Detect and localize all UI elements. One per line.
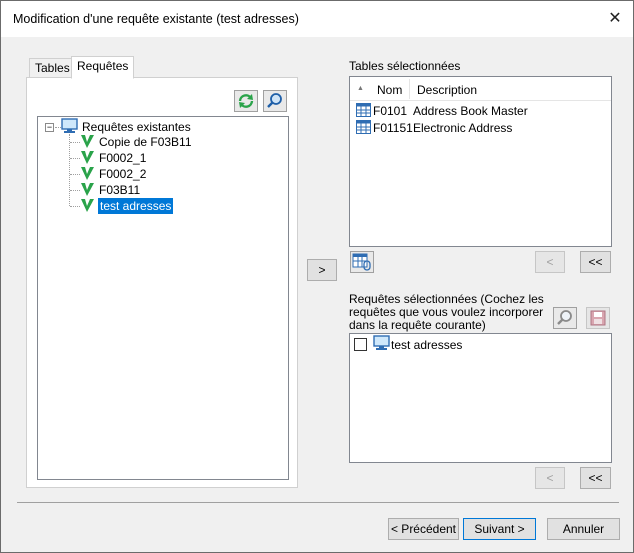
tree-item[interactable]: F0002_2 xyxy=(99,166,146,182)
tree-connector xyxy=(69,134,70,206)
search-query-button[interactable] xyxy=(553,307,577,329)
remove-all-queries-button[interactable]: << xyxy=(580,467,611,489)
search-icon xyxy=(557,310,572,325)
table-link-icon xyxy=(352,253,371,271)
tree-connector xyxy=(70,158,80,159)
tree-connector xyxy=(70,142,80,143)
tree-connector xyxy=(70,174,80,175)
table-icon xyxy=(356,120,371,134)
list-header: ▲ Nom Description xyxy=(350,77,611,101)
query-icon xyxy=(81,183,94,196)
tree-connector xyxy=(70,190,80,191)
next-button[interactable]: Suivant > xyxy=(463,518,536,540)
remove-query-button[interactable]: < xyxy=(535,467,565,489)
search-icon xyxy=(267,93,282,108)
tab-panel-requetes: − Requêtes existantes Copie de F03B11 F0… xyxy=(26,77,298,488)
query-checkbox[interactable] xyxy=(354,338,367,351)
refresh-button[interactable] xyxy=(234,90,258,112)
add-table-button[interactable]: > xyxy=(307,259,337,281)
remove-table-button[interactable]: < xyxy=(535,251,565,273)
tree-connector xyxy=(70,206,80,207)
query-icon xyxy=(81,199,94,212)
close-icon[interactable]: ✕ xyxy=(601,5,629,33)
query-icon xyxy=(81,135,94,148)
window-title: Modification d'une requête existante (te… xyxy=(13,12,299,26)
tree-item[interactable]: F03B11 xyxy=(99,182,140,198)
tree-item[interactable]: Copie de F03B11 xyxy=(99,134,192,150)
heading-line: dans la requête courante) xyxy=(349,318,486,332)
computer-icon xyxy=(61,118,78,133)
remove-all-tables-button[interactable]: << xyxy=(580,251,611,273)
tab-requetes[interactable]: Requêtes xyxy=(71,56,135,79)
tree-item[interactable]: F0002_1 xyxy=(99,150,146,166)
selected-tables-heading: Tables sélectionnées xyxy=(349,59,461,73)
table-row-description[interactable]: Electronic Address xyxy=(413,121,512,135)
query-icon xyxy=(81,167,94,180)
save-icon xyxy=(590,310,606,326)
column-divider[interactable] xyxy=(409,79,410,99)
cancel-button[interactable]: Annuler xyxy=(547,518,620,540)
title-bar: Modification d'une requête existante (te… xyxy=(1,1,633,37)
selected-queries-heading: Requêtes sélectionnées (Cochez les requê… xyxy=(349,293,544,332)
queries-tree[interactable]: − Requêtes existantes Copie de F03B11 F0… xyxy=(37,116,289,480)
column-header-nom[interactable]: Nom xyxy=(377,83,402,97)
sort-ascending-icon: ▲ xyxy=(357,85,364,92)
tab-tables[interactable]: Tables xyxy=(29,58,76,79)
tree-item-selected[interactable]: test adresses xyxy=(98,198,174,214)
selected-queries-list[interactable]: test adresses xyxy=(349,333,612,463)
collapse-toggle-icon[interactable]: − xyxy=(45,123,54,132)
refresh-icon xyxy=(238,94,254,108)
table-row-name[interactable]: F01151 xyxy=(373,121,413,135)
table-row-description[interactable]: Address Book Master xyxy=(413,104,528,118)
dialog-window: Modification d'une requête existante (te… xyxy=(0,0,634,553)
computer-icon xyxy=(373,335,390,350)
search-button[interactable] xyxy=(263,90,287,112)
tree-root-label[interactable]: Requêtes existantes xyxy=(82,119,191,135)
footer-separator xyxy=(17,502,619,503)
table-properties-button[interactable] xyxy=(350,251,374,273)
previous-button[interactable]: < Précédent xyxy=(388,518,459,540)
table-icon xyxy=(356,103,371,117)
table-row-name[interactable]: F0101 xyxy=(373,104,407,118)
column-header-description[interactable]: Description xyxy=(417,83,477,97)
query-item-label[interactable]: test adresses xyxy=(391,338,462,352)
selected-tables-list[interactable]: ▲ Nom Description F0101 Address Book Mas… xyxy=(349,76,612,247)
save-query-button[interactable] xyxy=(586,307,610,329)
query-icon xyxy=(81,151,94,164)
